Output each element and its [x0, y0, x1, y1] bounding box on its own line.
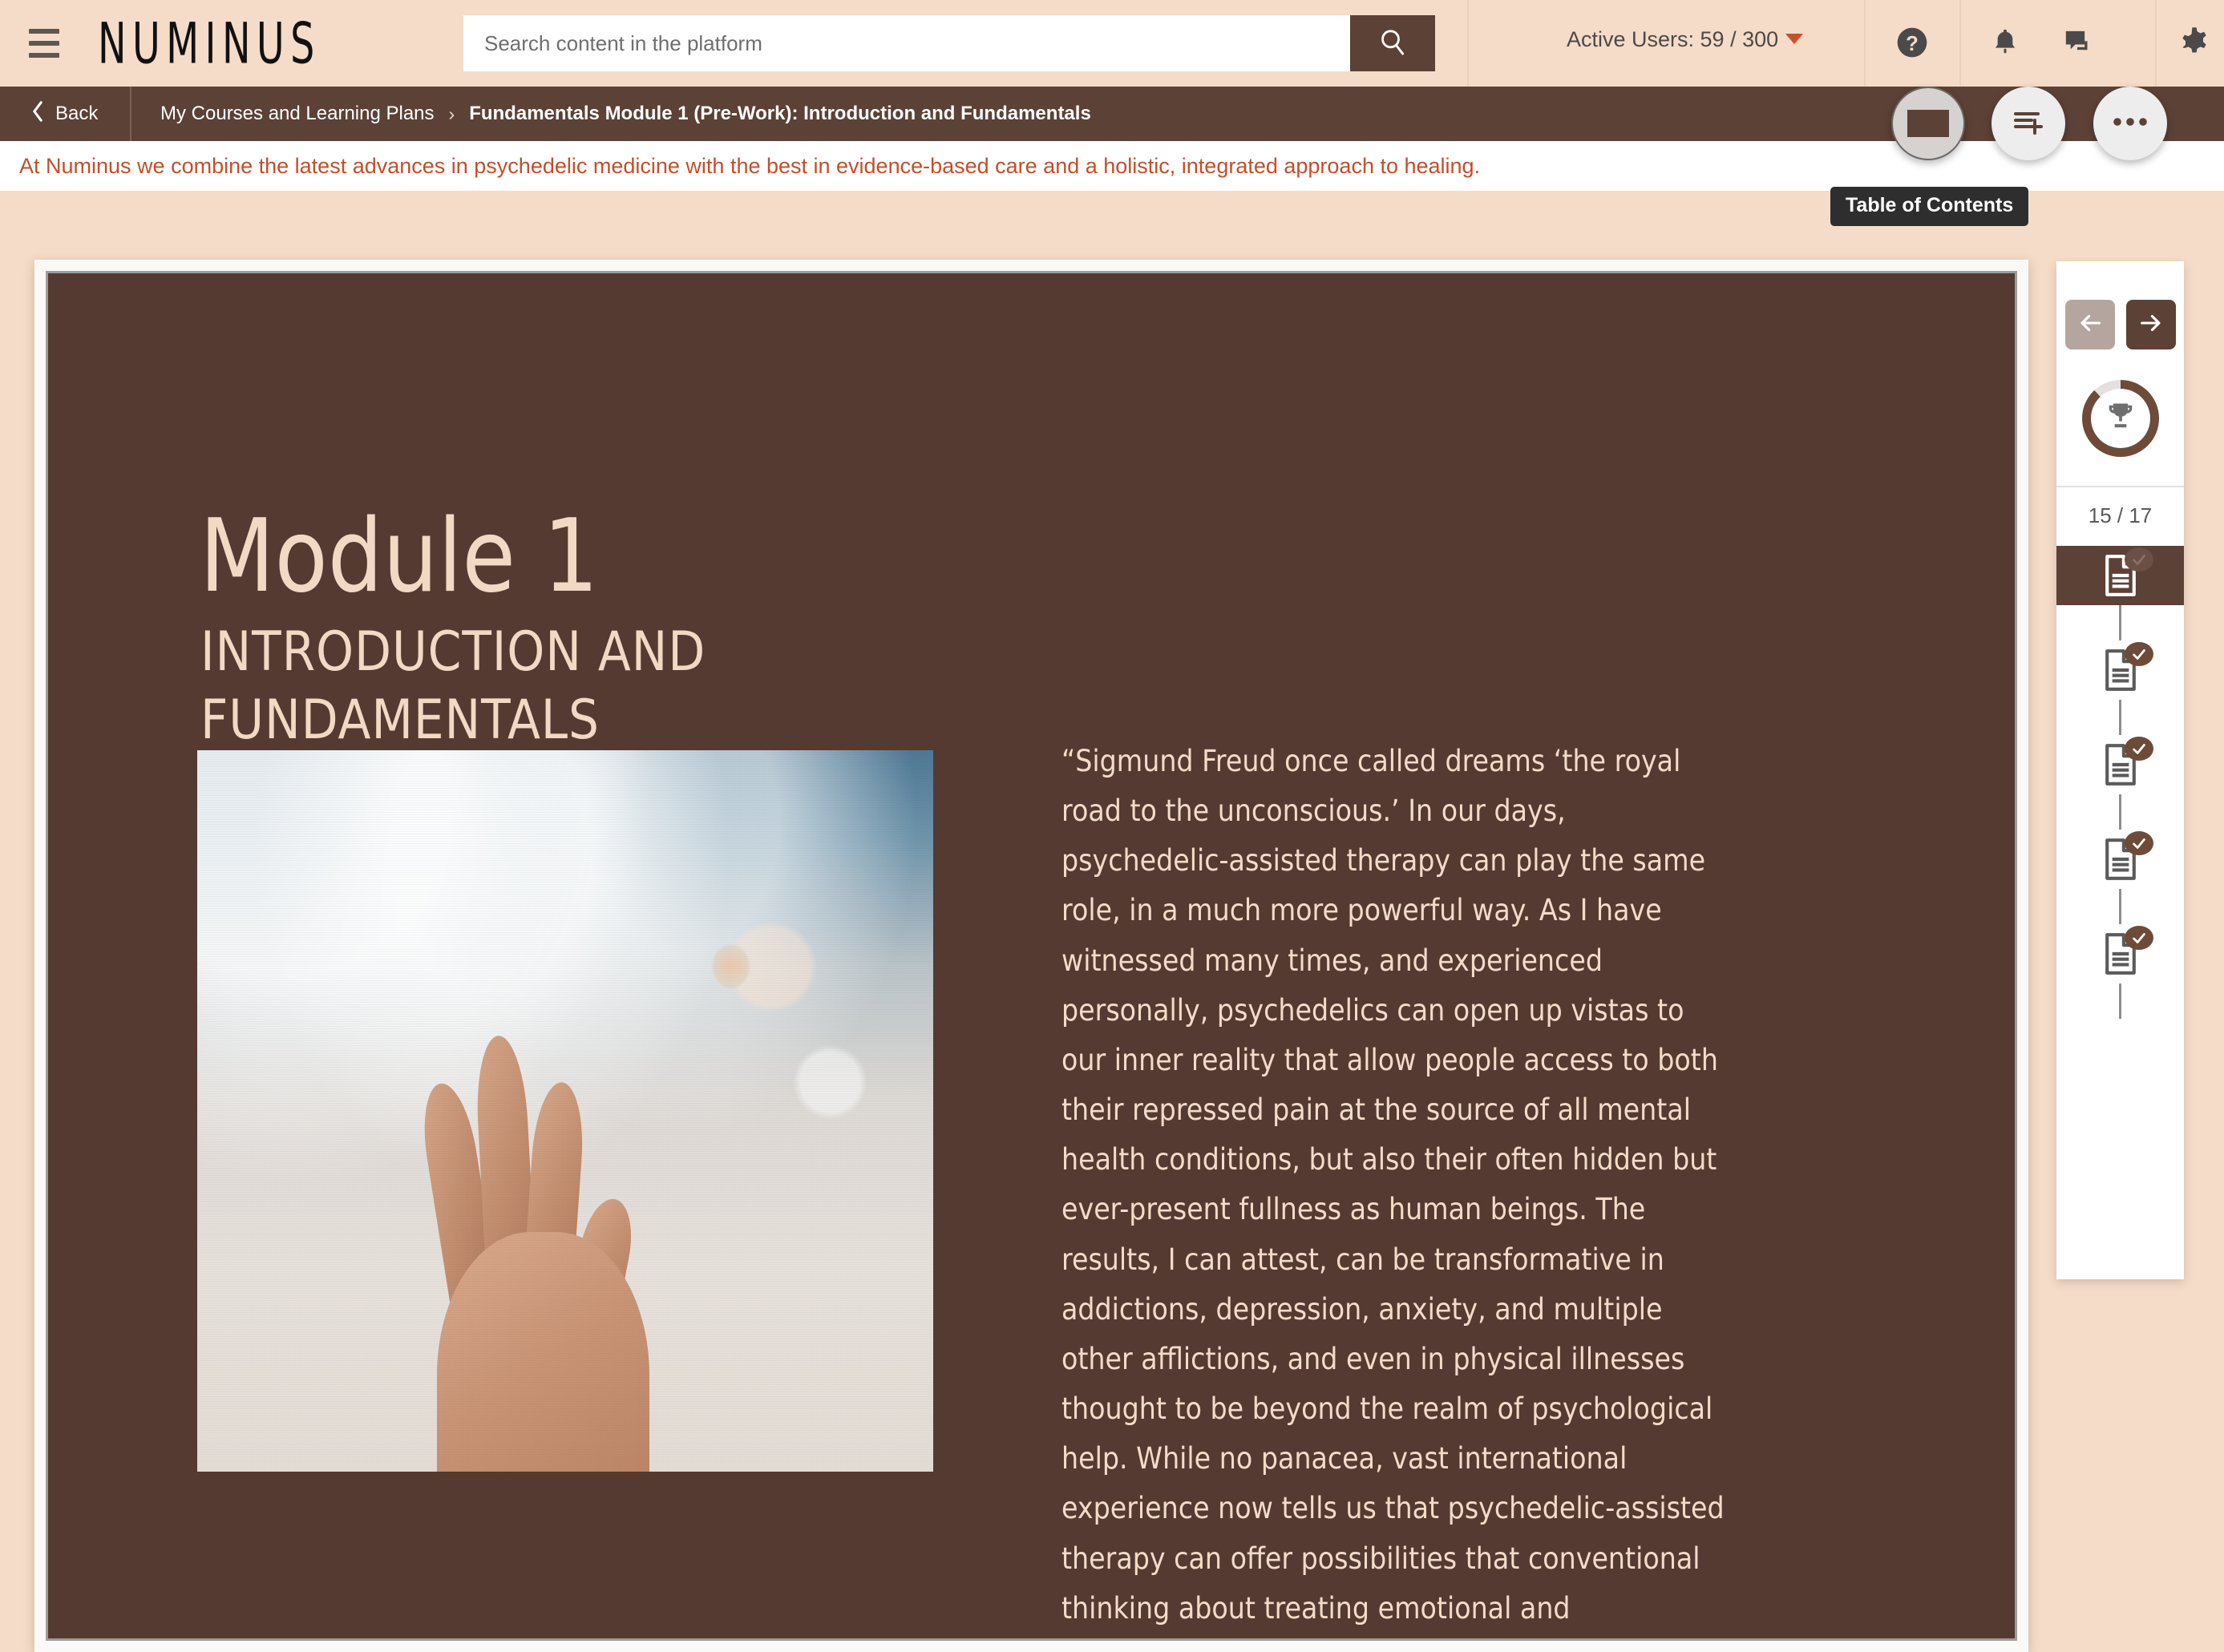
chevron-down-icon: [1785, 34, 1804, 44]
breadcrumb-bar: Back My Courses and Learning Plans › Fun…: [0, 87, 2224, 141]
toc-item-1[interactable]: [2056, 546, 2184, 605]
back-label: Back: [55, 103, 99, 124]
hamburger-menu-icon[interactable]: [29, 29, 82, 58]
previous-arrow-icon: [2076, 309, 2104, 341]
slide-frame: Module 1 INTRODUCTION AND FUNDAMENTALS “…: [34, 260, 2028, 1652]
document-icon: [2096, 926, 2153, 979]
breadcrumb-item-courses[interactable]: My Courses and Learning Plans: [160, 103, 435, 125]
ellipsis-icon: [2111, 115, 2149, 132]
slide: Module 1 INTRODUCTION AND FUNDAMENTALS “…: [46, 271, 2017, 1641]
page-counter: 15 / 17: [2088, 503, 2153, 527]
toc-connector: [2056, 984, 2184, 1019]
previous-page-button[interactable]: [2064, 300, 2115, 349]
divider: [1467, 0, 1469, 87]
slide-image: [197, 750, 933, 1472]
notice-banner: At Numinus we combine the latest advance…: [0, 141, 2224, 191]
toc-connector: [2056, 700, 2184, 735]
completed-check-icon: [2124, 737, 2153, 761]
search-bar: [463, 15, 1435, 71]
notice-text: At Numinus we combine the latest advance…: [19, 153, 1481, 178]
settings-button[interactable]: [2174, 24, 2214, 64]
more-options-button[interactable]: [2093, 87, 2167, 160]
messages-icon: [2061, 26, 2093, 63]
next-page-button[interactable]: [2125, 300, 2176, 349]
toc-item-4[interactable]: [2056, 830, 2184, 889]
settings-gear-icon: [2177, 25, 2212, 64]
svg-text:?: ?: [1906, 33, 1919, 55]
breadcrumb: My Courses and Learning Plans › Fundamen…: [131, 103, 1091, 125]
document-icon: [2096, 737, 2153, 790]
table-of-contents-button[interactable]: [1891, 87, 1965, 160]
search-input[interactable]: [463, 15, 1350, 71]
table-of-contents-panel: 15 / 17: [2056, 261, 2184, 1279]
active-users-label: Active Users: 59 / 300: [1567, 27, 1779, 51]
trophy-icon: [2103, 399, 2138, 438]
active-users-indicator[interactable]: Active Users: 59 / 300: [1567, 27, 1804, 52]
toc-connector: [2056, 605, 2184, 640]
search-icon: [1377, 26, 1409, 61]
messages-button[interactable]: [2057, 24, 2097, 64]
slide-quote: “Sigmund Freud once called dreams ‘the r…: [1061, 744, 1725, 1626]
top-bar: NUMINUS Active Users: 59 / 300 ?: [0, 0, 2224, 87]
rectangle-icon: [1907, 110, 1949, 137]
document-icon: [2096, 642, 2153, 695]
completed-check-icon: [2124, 642, 2153, 666]
document-icon: [2096, 831, 2153, 884]
divider: [2155, 0, 2157, 87]
back-button[interactable]: Back: [0, 100, 130, 128]
slide-title: Module 1: [200, 497, 599, 615]
notifications-bell-icon: [1989, 25, 2021, 64]
next-arrow-icon: [2137, 309, 2165, 341]
content-stage: Module 1 INTRODUCTION AND FUNDAMENTALS “…: [0, 191, 2224, 1652]
breadcrumb-item-current: Fundamentals Module 1 (Pre-Work): Introd…: [469, 103, 1091, 124]
add-note-button[interactable]: [1991, 87, 2065, 160]
slide-subtitle: INTRODUCTION AND FUNDAMENTALS: [200, 620, 706, 752]
chevron-left-icon: [30, 100, 45, 128]
divider: [1864, 0, 1866, 87]
toc-connector: [2056, 889, 2184, 924]
breadcrumb-separator-icon: ›: [448, 103, 455, 124]
toc-connector: [2056, 794, 2184, 830]
brand-logo: NUMINUS: [98, 10, 321, 77]
toc-navigation: [2056, 261, 2184, 349]
completed-check-icon: [2124, 831, 2153, 855]
help-button[interactable]: ?: [1892, 24, 1932, 64]
table-of-contents-tooltip: Table of Contents: [1830, 187, 2029, 226]
document-icon: [2096, 547, 2153, 600]
help-icon: ?: [1894, 25, 1930, 64]
completed-check-icon: [2124, 547, 2153, 572]
progress-indicator[interactable]: [2056, 380, 2184, 457]
divider: [1959, 0, 1961, 87]
toc-item-5[interactable]: [2056, 924, 2184, 984]
toc-item-2[interactable]: [2056, 640, 2184, 700]
search-button[interactable]: [1350, 15, 1435, 71]
notifications-button[interactable]: [1985, 24, 2025, 64]
completed-check-icon: [2124, 926, 2153, 950]
toc-item-3[interactable]: [2056, 735, 2184, 794]
list-plus-icon: [2009, 103, 2048, 145]
film-grain-overlay: [197, 750, 933, 1472]
